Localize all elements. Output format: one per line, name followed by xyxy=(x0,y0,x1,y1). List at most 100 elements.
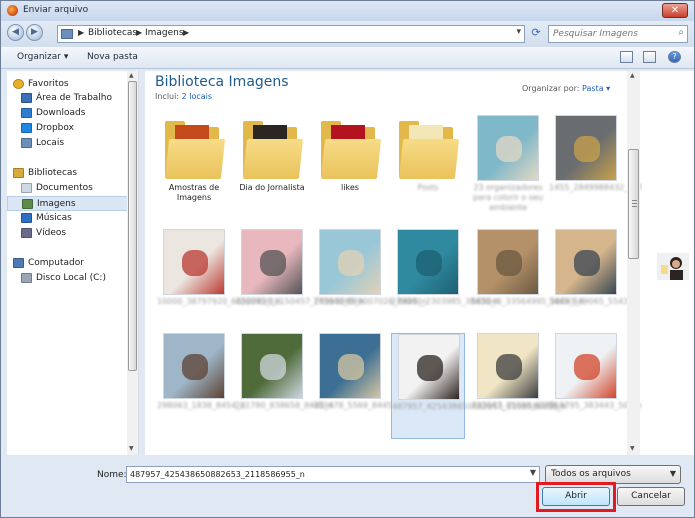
item-caption: 563040_33564995_36045_n xyxy=(471,297,585,306)
item-caption: 773640_888007026_8485_n xyxy=(313,297,427,306)
sidebar-item-bibliotecas[interactable]: Bibliotecas xyxy=(7,166,129,181)
sidebar-item-label: Locais xyxy=(36,138,65,148)
new-folder-button[interactable]: Nova pasta xyxy=(87,52,138,62)
dropbox-icon xyxy=(21,123,32,133)
item-caption: 426685_10150457_28593085_n xyxy=(235,297,365,306)
image-thumbnail xyxy=(477,229,539,295)
sidebar-item-m-sicas[interactable]: Músicas xyxy=(7,211,129,226)
arrange-dropdown[interactable]: Pasta ▾ xyxy=(582,84,610,93)
refresh-icon[interactable]: ⟳ xyxy=(529,26,543,41)
scroll-thumb[interactable] xyxy=(628,149,639,259)
library-title: Biblioteca Imagens xyxy=(155,74,289,90)
scroll-down-arrow-icon[interactable]: ▼ xyxy=(630,445,635,452)
image-thumbnail xyxy=(477,333,539,399)
folder-item[interactable]: likes xyxy=(313,115,387,221)
file-name-input[interactable] xyxy=(130,468,520,481)
image-item[interactable]: 403478_5569_8445_n xyxy=(313,333,402,439)
image-item[interactable]: 563795_383443_503_n xyxy=(549,333,642,439)
image-item[interactable]: 5445_589065_5543_n xyxy=(549,229,638,335)
scroll-up-arrow-icon[interactable]: ▲ xyxy=(630,72,635,79)
image-thumbnail xyxy=(397,229,459,295)
image-item[interactable]: 563040_33564995_36045_n xyxy=(471,229,585,335)
scroll-down-arrow-icon[interactable]: ▼ xyxy=(129,445,134,452)
pictures-icon xyxy=(22,199,33,209)
includes-locations-link[interactable]: 2 locais xyxy=(182,92,212,101)
image-item[interactable]: 487957_425438650882653_2118586955_n xyxy=(391,333,567,439)
sidebar-item-v-deos[interactable]: Vídeos xyxy=(7,226,129,241)
item-caption: 5445_589065_5543_n xyxy=(549,297,638,306)
image-item[interactable]: 733047_45660_6555_n xyxy=(471,333,564,439)
item-caption: 298063_1838_8454_n xyxy=(157,401,246,410)
library-folder-icon xyxy=(61,29,73,39)
image-thumbnail xyxy=(319,333,381,399)
disk-icon xyxy=(21,273,32,283)
address-bar[interactable]: ▶ Bibliotecas ▶ Imagens ▶ ▾ xyxy=(57,25,525,43)
back-button[interactable]: ◀ xyxy=(7,24,24,41)
item-caption: 403478_5569_8445_n xyxy=(313,401,402,410)
image-thumbnail xyxy=(398,334,460,400)
breadcrumb-imagens[interactable]: Imagens xyxy=(145,28,184,38)
cancel-button[interactable]: Cancelar xyxy=(617,487,685,506)
chevron-down-icon: ▼ xyxy=(669,469,676,478)
breadcrumb-separator-icon[interactable]: ▶ xyxy=(183,28,189,37)
image-item[interactable]: 1455_2849988432_1278867_n xyxy=(549,115,673,221)
image-item[interactable]: 10000_38797920_63527438_n xyxy=(157,229,281,335)
content-scrollbar[interactable]: ▲ ▼ xyxy=(627,71,640,455)
image-item[interactable]: 279040_2303985_38450_n xyxy=(391,229,500,335)
image-item[interactable]: 773640_888007026_8485_n xyxy=(313,229,427,335)
sidebar-item-dropbox[interactable]: Dropbox xyxy=(7,121,129,136)
sidebar-scrollbar[interactable]: ▲ ▼ xyxy=(127,71,138,455)
search-box[interactable]: ⌕ xyxy=(548,25,688,43)
sidebar-item-imagens[interactable]: Imagens xyxy=(7,196,129,211)
item-caption: Amostras de Imagens xyxy=(168,183,220,202)
folder-icon xyxy=(242,121,304,179)
file-list-pane: Biblioteca Imagens Inclui: 2 locais Orga… xyxy=(145,71,673,455)
search-input[interactable] xyxy=(553,27,669,41)
file-name-field[interactable]: ▼ xyxy=(126,466,540,483)
search-icon[interactable]: ⌕ xyxy=(678,27,684,38)
breadcrumb-bibliotecas[interactable]: Bibliotecas xyxy=(88,28,137,38)
sidebar-item-locais[interactable]: Locais xyxy=(7,136,129,151)
sidebar-item-label: Bibliotecas xyxy=(28,168,78,178)
sidebar-item-favoritos[interactable]: Favoritos xyxy=(7,77,129,92)
forward-button[interactable]: ▶ xyxy=(26,24,43,41)
folder-icon xyxy=(398,121,460,179)
places-icon xyxy=(21,138,32,148)
address-dropdown-icon[interactable]: ▾ xyxy=(516,27,521,37)
scroll-up-arrow-icon[interactable]: ▲ xyxy=(129,72,134,79)
scroll-thumb[interactable] xyxy=(128,81,137,371)
folder-item[interactable]: Dia do Jornalista xyxy=(235,115,309,221)
image-thumbnail xyxy=(241,229,303,295)
sidebar-item--rea-de-trabalho[interactable]: Área de Trabalho xyxy=(7,91,129,106)
file-name-dropdown-icon[interactable]: ▼ xyxy=(530,468,536,477)
sidebar-item-label: Computador xyxy=(28,258,84,268)
image-thumbnail xyxy=(555,115,617,181)
image-item[interactable]: 221780_838658_8435_n xyxy=(235,333,334,439)
downloads-icon xyxy=(21,108,32,118)
image-item[interactable]: 298063_1838_8454_n xyxy=(157,333,246,439)
sidebar-item-computador[interactable]: Computador xyxy=(7,256,129,271)
breadcrumb-separator-icon[interactable]: ▶ xyxy=(78,28,84,37)
preview-pane-icon[interactable] xyxy=(643,51,656,63)
image-thumbnail xyxy=(163,333,225,399)
item-caption: 221780_838658_8435_n xyxy=(235,401,334,410)
close-button[interactable]: ✕ xyxy=(662,3,688,18)
sidebar-item-disco-local-c-[interactable]: Disco Local (C:) xyxy=(7,271,129,286)
sidebar-item-downloads[interactable]: Downloads xyxy=(7,106,129,121)
folder-item[interactable]: Amostras de Imagens xyxy=(157,115,231,221)
image-item[interactable]: 23 organizadores para colorir o seu ambi… xyxy=(471,115,545,221)
item-caption: likes xyxy=(341,183,359,192)
folder-item[interactable]: Posts xyxy=(391,115,465,221)
open-button[interactable]: Abrir xyxy=(542,487,610,506)
sidebar-item-documentos[interactable]: Documentos xyxy=(7,181,129,196)
item-caption: 10000_38797920_63527438_n xyxy=(157,297,281,306)
preview-image xyxy=(657,253,689,280)
organize-menu[interactable]: Organizar ▾ xyxy=(17,52,68,62)
breadcrumb-separator-icon[interactable]: ▶ xyxy=(136,28,142,37)
music-icon xyxy=(21,213,32,223)
help-icon[interactable]: ? xyxy=(668,51,681,63)
image-item[interactable]: 426685_10150457_28593085_n xyxy=(235,229,365,335)
sidebar-item-label: Downloads xyxy=(36,108,86,118)
sidebar-item-label: Dropbox xyxy=(36,123,74,133)
change-view-icon[interactable] xyxy=(620,51,633,63)
